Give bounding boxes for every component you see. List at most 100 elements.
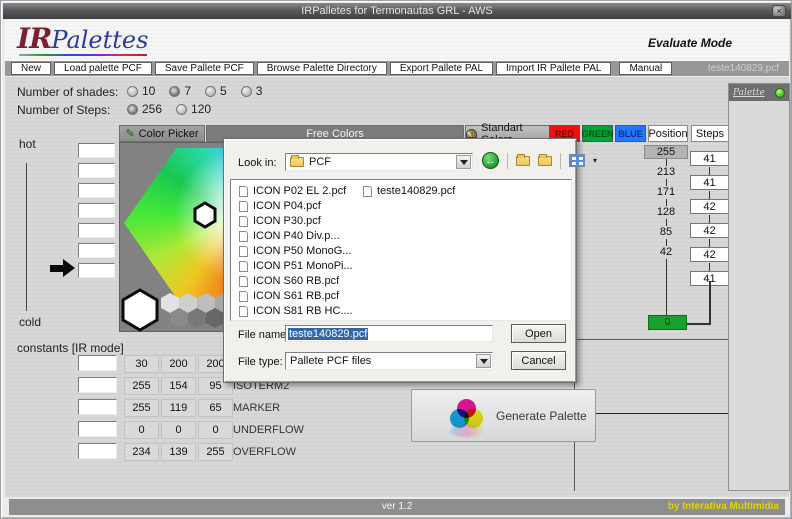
file-item[interactable]: ICON P04.pcf <box>239 200 321 212</box>
file-item[interactable]: ICON P40 Div.p... <box>239 230 340 242</box>
file-icon <box>239 261 248 272</box>
current-shade-arrow-icon <box>50 259 76 277</box>
shades-radio-5[interactable]: 5 <box>205 84 227 98</box>
app-logo: IRPalettes <box>17 22 148 55</box>
position-value-128: 128 <box>644 206 688 218</box>
look-in-label: Look in: <box>238 157 277 169</box>
file-type-dropdown[interactable]: Pallete PCF files <box>285 352 493 370</box>
cancel-button[interactable]: Cancel <box>511 351 566 370</box>
look-in-dropdown-arrow[interactable] <box>456 155 471 169</box>
shade-color-input-4[interactable] <box>78 203 115 218</box>
app-window: IRPalletes for Termonautas GRL - AWS × I… <box>0 0 792 519</box>
window-title: IRPalletes for Termonautas GRL - AWS <box>301 5 493 17</box>
hot-label: hot <box>19 137 36 151</box>
steps-column-header: Steps <box>691 125 729 142</box>
file-icon <box>239 291 248 302</box>
green-channel-button[interactable]: GREEN <box>582 125 613 142</box>
position-value-213: 213 <box>644 166 688 178</box>
folder-icon <box>290 157 304 167</box>
file-item[interactable]: ICON S60 RB.pcf <box>239 275 339 287</box>
steps-radio-256[interactable]: 256 <box>127 102 162 116</box>
save-pallete-pcf-button[interactable]: Save Pallete PCF <box>155 62 254 75</box>
constants-row-overflow: 234 139 255 OVERFLOW <box>5 443 565 461</box>
position-value-171: 171 <box>644 186 688 198</box>
steps-connector-line <box>709 281 711 325</box>
shades-radio-7[interactable]: 7 <box>169 84 191 98</box>
up-folder-icon[interactable] <box>516 156 530 166</box>
open-button[interactable]: Open <box>511 324 566 343</box>
constants-input-2[interactable] <box>78 377 117 393</box>
look-in-dropdown[interactable]: PCF <box>285 153 473 171</box>
browse-palette-directory-button[interactable]: Browse Palette Directory <box>257 62 387 75</box>
selected-hexagon-marker[interactable] <box>192 201 218 229</box>
file-icon <box>239 201 248 212</box>
steps-input-1[interactable]: 41 <box>690 151 729 166</box>
constants-input-3[interactable] <box>78 399 117 415</box>
zero-position-badge: 0 <box>648 315 687 330</box>
blue-channel-button[interactable]: BLUE <box>615 125 646 142</box>
logo-palettes-text: Palettes <box>51 26 148 54</box>
shades-radio-3[interactable]: 3 <box>241 84 263 98</box>
file-item[interactable]: ICON P30.pcf <box>239 215 321 227</box>
logo-ir-text: IR <box>17 22 51 55</box>
shade-color-input-6[interactable] <box>78 243 115 258</box>
logo-rainbow-underline <box>19 54 147 56</box>
manual-button[interactable]: Manual <box>619 62 672 75</box>
horizontal-divider <box>574 339 728 340</box>
generate-connector-line <box>595 413 728 414</box>
file-item[interactable]: teste140829.pcf <box>363 185 455 197</box>
load-palette-pcf-button[interactable]: Load palette PCF <box>54 62 152 75</box>
views-caret-icon[interactable]: ▾ <box>593 156 597 165</box>
generate-palette-button[interactable]: Generate Palette <box>411 389 596 442</box>
position-value-85: 85 <box>644 226 688 238</box>
title-bar[interactable]: IRPalletes for Termonautas GRL - AWS × <box>3 3 791 19</box>
file-item[interactable]: ICON P02 EL 2.pcf <box>239 185 346 197</box>
file-list[interactable]: ICON P02 EL 2.pcf ICON P04.pcf ICON P30.… <box>230 179 572 321</box>
palette-preview-panel: Palette <box>728 83 790 491</box>
file-item[interactable]: ICON S81 RB HC.... <box>239 305 353 317</box>
position-value-255: 255 <box>644 145 688 159</box>
current-file-label: teste140829.pcf <box>708 63 779 74</box>
pencil-icon: ✎ <box>125 127 134 140</box>
tab-color-picker[interactable]: ✎ Color Picker <box>119 125 205 142</box>
status-bar: ver 1.2 by Interativa Multimidia <box>9 499 785 515</box>
steps-input-3[interactable]: 42 <box>690 199 729 214</box>
import-ir-pallete-pal-button[interactable]: Import IR Pallete PAL <box>496 62 611 75</box>
shades-label: Number of shades: <box>17 85 118 99</box>
shade-color-input-2[interactable] <box>78 163 115 178</box>
export-pallete-pal-button[interactable]: Export Pallete PAL <box>390 62 493 75</box>
new-folder-icon[interactable] <box>538 156 552 166</box>
views-icon[interactable] <box>569 154 585 167</box>
file-item[interactable]: ICON P50 MonoG... <box>239 245 351 257</box>
file-icon <box>239 246 248 257</box>
shade-color-input-3[interactable] <box>78 183 115 198</box>
shade-color-input-1[interactable] <box>78 143 115 158</box>
toolbar: New Load palette PCF Save Pallete PCF Br… <box>5 61 789 76</box>
hot-cold-scale-line <box>26 163 27 311</box>
file-type-dropdown-arrow[interactable] <box>476 354 491 368</box>
file-type-label: File type: <box>238 356 283 368</box>
shade-color-input-5[interactable] <box>78 223 115 238</box>
file-name-input[interactable]: teste140829.pcf <box>285 325 493 342</box>
status-dot-icon <box>775 88 785 98</box>
shades-radio-10[interactable]: 10 <box>127 84 155 98</box>
steps-input-2[interactable]: 41 <box>690 175 729 190</box>
steps-input-5[interactable]: 42 <box>690 247 729 262</box>
steps-input-4[interactable]: 42 <box>690 223 729 238</box>
back-icon[interactable]: ← <box>482 152 499 169</box>
constants-input-4[interactable] <box>78 421 117 437</box>
close-icon[interactable]: × <box>772 5 786 17</box>
file-item[interactable]: ICON P51 MonoPi... <box>239 260 353 272</box>
evaluate-mode-label: Evaluate Mode <box>648 36 732 50</box>
position-connector-line <box>666 259 667 315</box>
cold-label: cold <box>19 315 41 329</box>
constants-input-1[interactable] <box>78 355 117 371</box>
steps-connector-elbow <box>686 323 711 325</box>
shell-icon <box>466 129 477 138</box>
file-item[interactable]: ICON S61 RB.pcf <box>239 290 339 302</box>
steps-radio-120[interactable]: 120 <box>176 102 211 116</box>
shade-color-input-7[interactable] <box>78 263 115 278</box>
palette-panel-title: Palette <box>733 88 765 98</box>
new-button[interactable]: New <box>11 62 51 75</box>
constants-input-5[interactable] <box>78 443 117 459</box>
